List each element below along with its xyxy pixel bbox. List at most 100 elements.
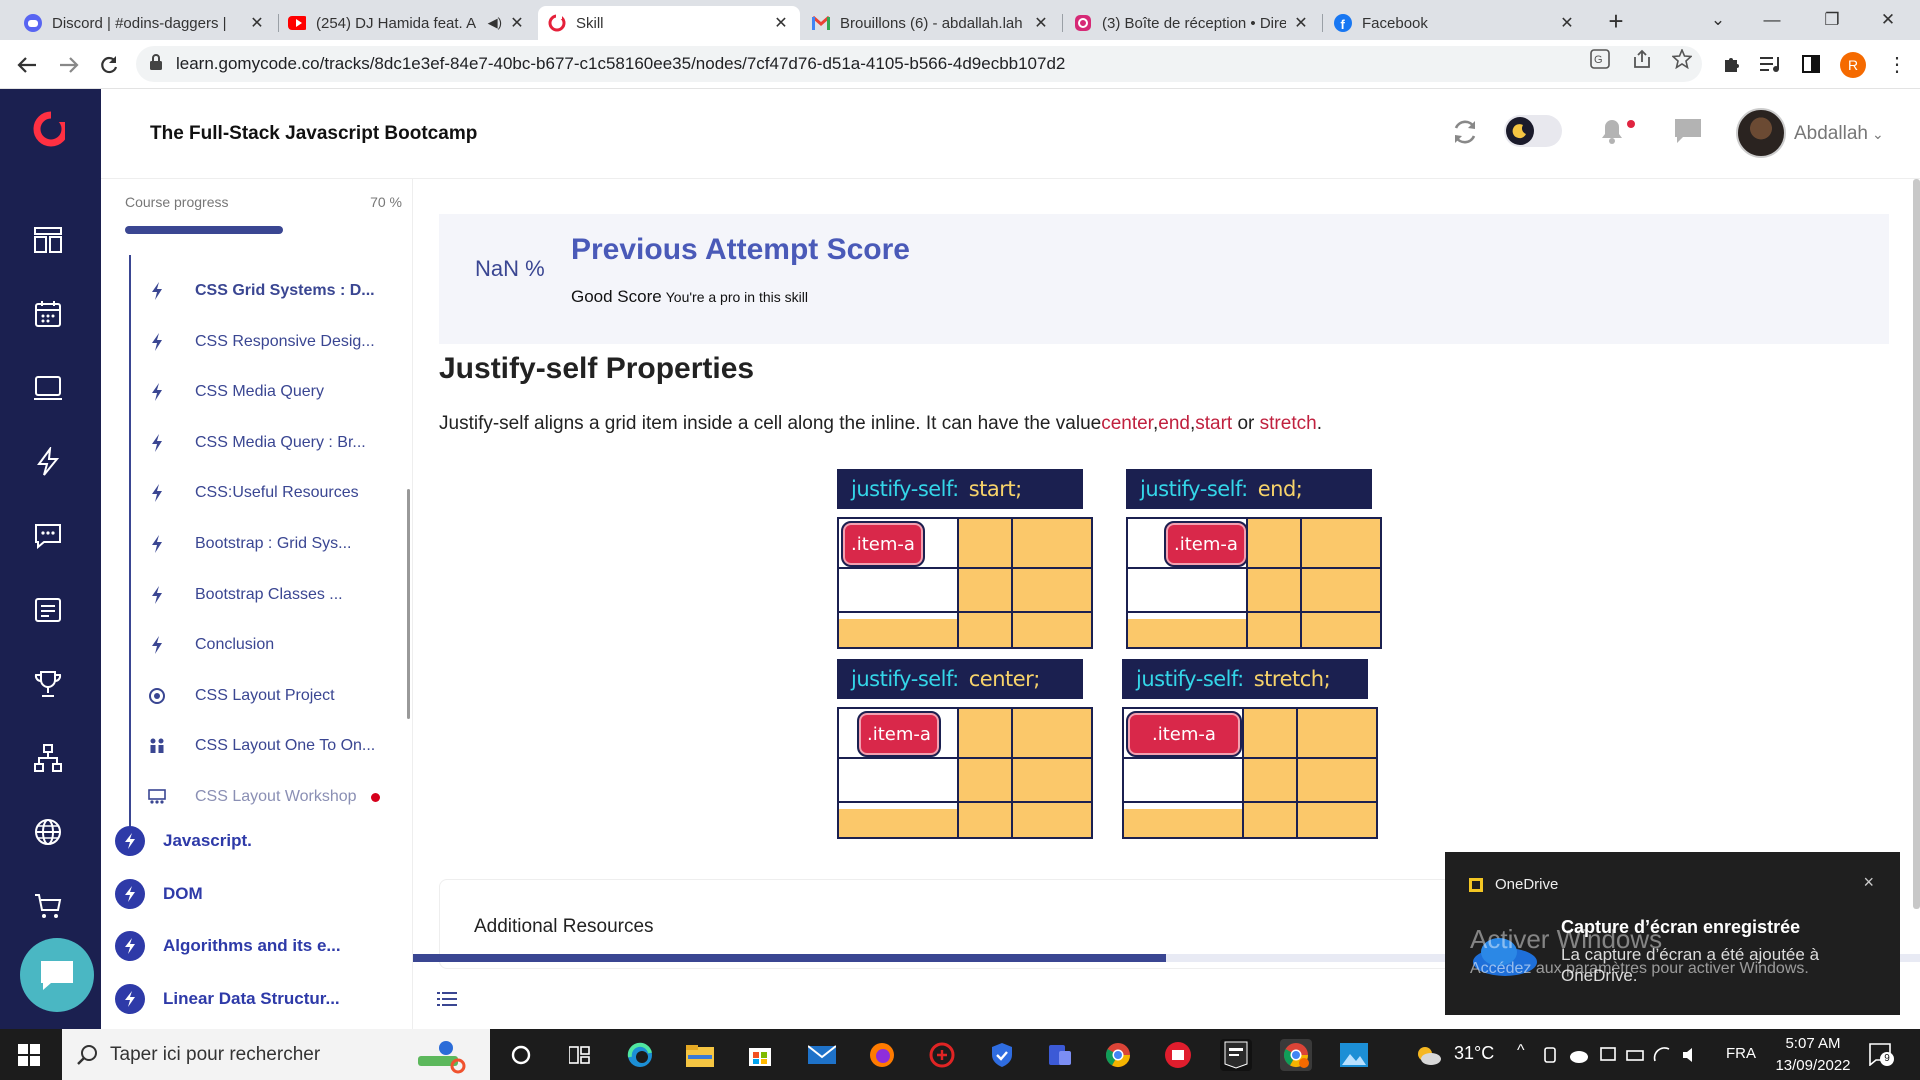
tray-icons[interactable]: [1543, 1045, 1703, 1070]
lesson-progress-fill: [413, 954, 1166, 962]
laptop-icon[interactable]: [31, 371, 65, 405]
hierarchy-icon[interactable]: [31, 741, 65, 775]
speaker-icon[interactable]: ◀): [488, 15, 502, 31]
lesson-item[interactable]: CSS Media Query: [145, 377, 324, 407]
forward-icon[interactable]: [54, 50, 84, 80]
module-item[interactable]: Linear Data Structur...: [115, 983, 340, 1015]
translate-icon[interactable]: G: [1590, 49, 1610, 69]
epic-games-icon[interactable]: [1220, 1039, 1252, 1071]
close-icon[interactable]: ✕: [772, 13, 790, 33]
file-explorer-icon[interactable]: [684, 1039, 716, 1071]
game-launcher-icon[interactable]: [926, 1039, 958, 1071]
store-icon[interactable]: [744, 1039, 776, 1071]
cart-icon[interactable]: [31, 889, 65, 923]
tab-separator: [1062, 14, 1063, 32]
phone-link-icon[interactable]: [1044, 1039, 1076, 1071]
browser-menu-icon[interactable]: ⋮: [1886, 53, 1908, 76]
extensions-puzzle-icon[interactable]: [1721, 53, 1743, 75]
window-close-icon[interactable]: ✕: [1866, 6, 1910, 34]
language-indicator[interactable]: FRA: [1726, 1045, 1756, 1062]
address-bar[interactable]: learn.gomycode.co/tracks/8dc1e3ef-84e7-4…: [136, 46, 1702, 82]
support-chat-button[interactable]: [20, 938, 94, 1012]
chrome-icon[interactable]: [1102, 1039, 1134, 1071]
outline-toggle-icon[interactable]: [437, 989, 457, 1009]
lesson-item[interactable]: CSS Layout Workshop: [145, 782, 380, 812]
taskbar-search[interactable]: Taper ici pour rechercher: [62, 1029, 490, 1080]
reload-icon[interactable]: [94, 50, 124, 80]
close-icon[interactable]: ✕: [1032, 13, 1050, 33]
chevron-down-icon[interactable]: ⌄: [1872, 126, 1884, 143]
refresh-icon[interactable]: [1451, 118, 1479, 151]
cortana-icon[interactable]: [505, 1039, 537, 1071]
tray-chevron-up-icon[interactable]: ^: [1517, 1042, 1525, 1060]
edge-icon[interactable]: [624, 1039, 656, 1071]
tab-search-chevron-icon[interactable]: ⌄: [1696, 6, 1740, 34]
tab-discord[interactable]: Discord | #odins-daggers | ✕: [14, 6, 276, 40]
lesson-item[interactable]: CSS Layout Project: [145, 681, 335, 711]
globe-icon[interactable]: [31, 815, 65, 849]
user-avatar[interactable]: [1736, 108, 1786, 158]
bolt-icon: [145, 332, 169, 351]
lesson-item[interactable]: Conclusion: [145, 630, 274, 660]
app-red-icon[interactable]: [1162, 1039, 1194, 1071]
lesson-item[interactable]: CSS Media Query : Br...: [145, 428, 366, 458]
close-icon[interactable]: ✕: [1292, 13, 1310, 33]
user-name[interactable]: Abdallah: [1794, 123, 1868, 145]
gomycode-logo-icon[interactable]: [31, 108, 65, 147]
action-center-icon[interactable]: 9: [1868, 1042, 1894, 1067]
tab-youtube[interactable]: (254) DJ Hamida feat. A ◀) ✕: [278, 6, 536, 40]
new-tab-button[interactable]: +: [1602, 8, 1630, 36]
module-item[interactable]: Algorithms and its e...: [115, 930, 341, 962]
calendar-icon[interactable]: [31, 297, 65, 331]
weather-temperature[interactable]: 31°C: [1454, 1043, 1494, 1064]
restore-icon[interactable]: ❐: [1810, 6, 1854, 34]
outline-scrollbar[interactable]: [407, 489, 410, 719]
lesson-item[interactable]: CSS:Useful Resources: [145, 478, 359, 508]
chat-dots-icon[interactable]: [31, 519, 65, 553]
document-icon[interactable]: [31, 593, 65, 627]
message-icon[interactable]: [1673, 117, 1703, 150]
side-panel-icon[interactable]: [1800, 53, 1822, 75]
media-queue-icon[interactable]: [1759, 53, 1781, 75]
bell-icon[interactable]: [1598, 117, 1626, 150]
chrome-active-icon[interactable]: [1280, 1039, 1312, 1071]
page-scrollbar[interactable]: [1913, 179, 1920, 909]
clock-time[interactable]: 5:07 AM: [1778, 1035, 1848, 1052]
close-icon[interactable]: ×: [1863, 872, 1874, 893]
tab-instagram[interactable]: (3) Boîte de réception • Dire ✕: [1064, 6, 1320, 40]
score-subtitle: You're a pro in this skill: [665, 289, 808, 305]
close-icon[interactable]: ✕: [508, 13, 526, 33]
clock-date[interactable]: 13/09/2022: [1770, 1057, 1856, 1074]
module-item[interactable]: DOM: [115, 878, 203, 910]
shield-icon[interactable]: [986, 1039, 1018, 1071]
lesson-item[interactable]: Bootstrap : Grid Sys...: [145, 529, 352, 559]
close-icon[interactable]: ✕: [1558, 13, 1576, 33]
firefox-icon[interactable]: [866, 1039, 898, 1071]
dark-mode-toggle[interactable]: [1504, 115, 1562, 147]
module-item[interactable]: Javascript.: [115, 825, 252, 857]
close-icon[interactable]: ✕: [248, 13, 266, 33]
tab-facebook[interactable]: f Facebook ✕: [1324, 6, 1586, 40]
tab-skill[interactable]: Skill ✕: [538, 6, 800, 40]
minimize-icon[interactable]: —: [1750, 6, 1794, 34]
lesson-item[interactable]: Bootstrap Classes ...: [145, 580, 343, 610]
progress-bar-fill: [125, 226, 283, 234]
lesson-item[interactable]: CSS Layout One To On...: [145, 731, 375, 761]
lesson-item[interactable]: CSS Responsive Desig...: [145, 327, 375, 357]
task-view-icon[interactable]: [564, 1039, 596, 1071]
lock-icon[interactable]: [150, 53, 162, 75]
profile-avatar[interactable]: R: [1840, 52, 1866, 78]
lesson-item[interactable]: CSS Grid Systems : D...: [145, 276, 375, 306]
progress-value: 70 %: [370, 194, 402, 210]
bolt-icon: [145, 282, 169, 300]
trophy-icon[interactable]: [31, 667, 65, 701]
share-icon[interactable]: [1632, 49, 1652, 69]
photos-icon[interactable]: [1338, 1039, 1370, 1071]
bookmark-star-icon[interactable]: [1671, 47, 1693, 70]
tab-gmail[interactable]: Brouillons (6) - abdallah.lah ✕: [802, 6, 1060, 40]
windows-start-icon[interactable]: [18, 1044, 40, 1066]
mail-icon[interactable]: [806, 1039, 838, 1071]
dashboard-icon[interactable]: [31, 223, 65, 257]
bolt-icon[interactable]: [31, 445, 65, 479]
back-icon[interactable]: [12, 50, 42, 80]
